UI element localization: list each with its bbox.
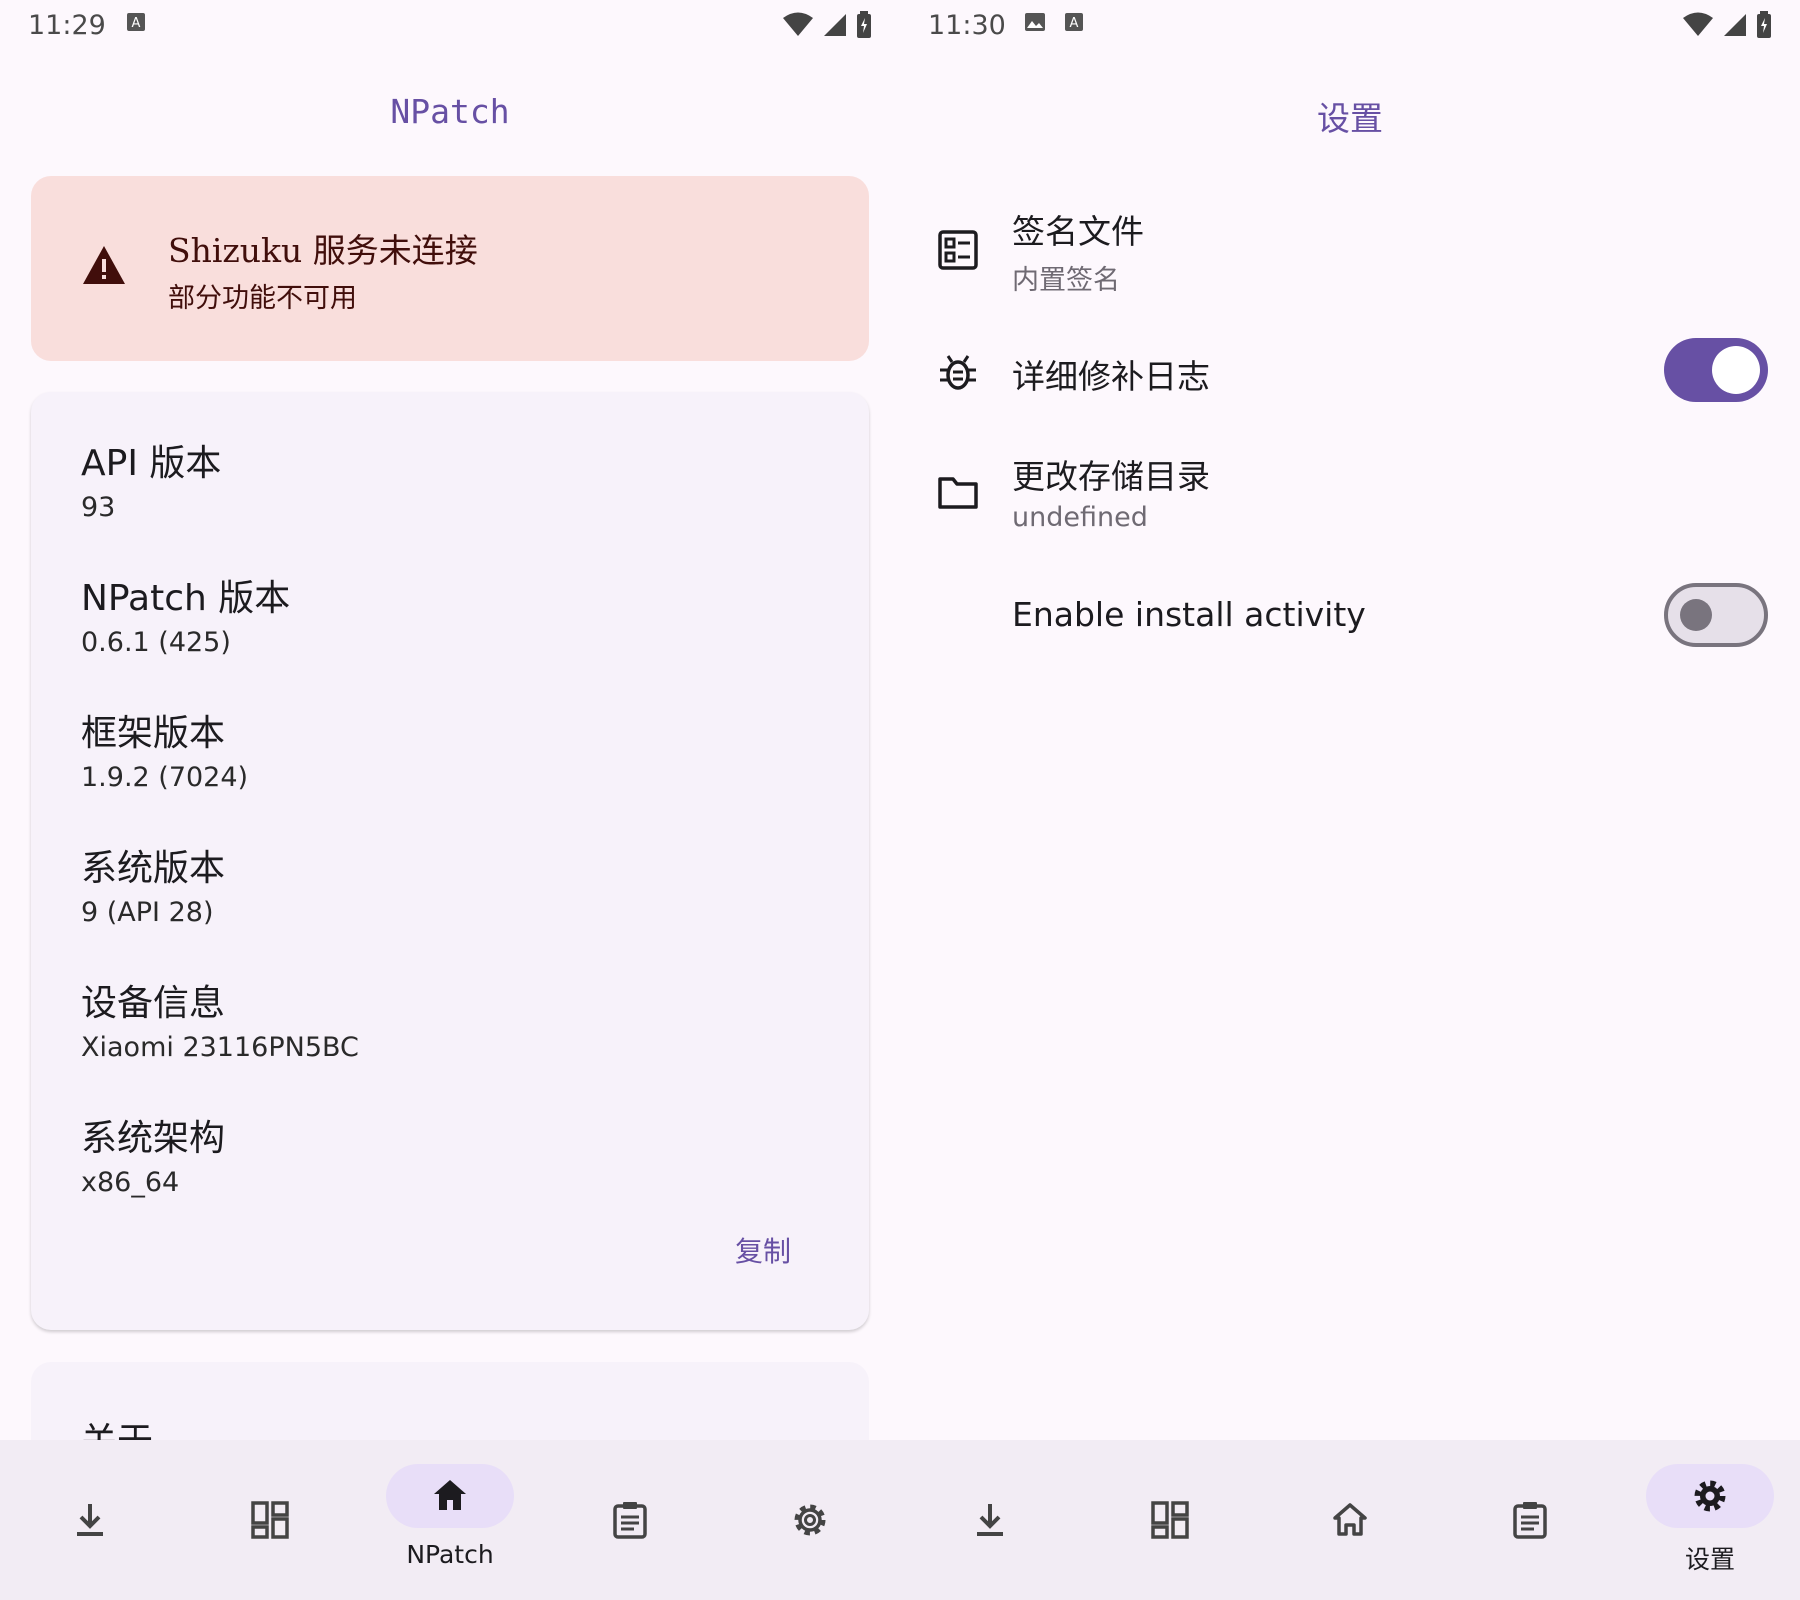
info-label: 系统版本	[81, 848, 226, 889]
info-value: x86_64	[81, 1167, 180, 1198]
cell-signal-icon	[824, 14, 846, 36]
bottom-navigation: NPatch	[0, 1440, 900, 1600]
battery-icon	[857, 11, 871, 38]
nav-item-apps[interactable]	[1080, 1440, 1260, 1600]
setting-title: Enable install activity	[1012, 595, 1366, 634]
image-notification-icon	[1025, 13, 1045, 31]
nav-item-logs[interactable]	[1440, 1440, 1620, 1600]
nav-item-settings[interactable]	[720, 1440, 900, 1600]
setting-title: 签名文件	[1012, 212, 1144, 251]
info-value: 0.6.1 (425)	[81, 627, 231, 658]
nav-item-home[interactable]	[1260, 1440, 1440, 1600]
apps-grid-icon	[251, 1501, 289, 1539]
bottom-navigation: 设置	[900, 1440, 1800, 1600]
status-time: 11:30	[928, 10, 1006, 41]
gear-icon	[794, 1504, 826, 1536]
info-value: 9 (API 28)	[81, 897, 214, 928]
setting-enable-install-activity[interactable]: Enable install activity	[900, 575, 1800, 655]
nav-item-home[interactable]: NPatch	[360, 1440, 540, 1600]
info-item-system-arch: 系统架构 x86_64	[81, 1117, 225, 1198]
keyboard-notification-icon: A	[127, 13, 145, 31]
nav-item-download[interactable]	[900, 1440, 1080, 1600]
setting-signature-file[interactable]: 签名文件 内置签名	[900, 200, 1800, 300]
install-activity-switch[interactable]	[1664, 583, 1768, 647]
setting-storage-directory[interactable]: 更改存储目录 undefined	[900, 445, 1800, 545]
warning-subtitle: 部分功能不可用	[168, 283, 357, 314]
info-card: API 版本 93 NPatch 版本 0.6.1 (425) 框架版本 1.9…	[31, 392, 869, 1330]
cell-signal-icon	[1724, 14, 1746, 36]
download-icon	[77, 1504, 103, 1536]
info-item-device-info: 设备信息 Xiaomi 23116PN5BC	[81, 982, 359, 1063]
shizuku-warning-card[interactable]: Shizuku 服务未连接 部分功能不可用	[31, 176, 869, 361]
apps-grid-icon	[1151, 1501, 1189, 1539]
setting-subtitle: undefined	[1012, 502, 1148, 533]
wifi-icon	[783, 12, 813, 36]
info-label: 设备信息	[81, 983, 226, 1024]
verbose-log-switch[interactable]	[1664, 338, 1768, 402]
wifi-icon	[1683, 12, 1713, 36]
info-value: Xiaomi 23116PN5BC	[81, 1032, 359, 1063]
info-label: 系统架构	[81, 1118, 226, 1159]
home-screen: 11:29 A NPatch Shizuku 服务未连接 部分功能不可用 API…	[0, 0, 900, 1600]
bug-icon	[940, 355, 976, 390]
clipboard-icon	[613, 1502, 647, 1539]
svg-text:A: A	[1070, 16, 1079, 31]
nav-label: 设置	[1684, 1545, 1735, 1574]
nav-item-settings[interactable]: 设置	[1620, 1440, 1800, 1600]
warning-title: Shizuku 服务未连接	[168, 231, 478, 270]
status-bar: 11:30 A	[900, 0, 1800, 50]
warning-icon	[83, 246, 125, 284]
info-item-api-version: API 版本 93	[81, 442, 221, 523]
setting-title: 详细修补日志	[1012, 357, 1210, 396]
settings-screen: 11:30 A 设置 签名文件 内置签名 详细修补日志 更改存储目录 undef…	[900, 0, 1800, 1600]
home-outline-icon	[1333, 1503, 1367, 1536]
setting-verbose-patch-log[interactable]: 详细修补日志	[900, 330, 1800, 410]
folder-icon	[938, 477, 978, 509]
keyboard-notification-icon: A	[1065, 13, 1083, 31]
clipboard-icon	[1513, 1502, 1547, 1539]
info-value: 93	[81, 492, 116, 523]
gear-icon	[1694, 1480, 1726, 1512]
page-title: 设置	[1317, 99, 1383, 138]
battery-icon	[1757, 11, 1771, 38]
switch-thumb	[1712, 346, 1760, 394]
home-icon	[434, 1480, 466, 1510]
status-time: 11:29	[28, 10, 106, 41]
setting-subtitle: 内置签名	[1012, 265, 1120, 296]
info-label: NPatch 版本	[81, 578, 291, 619]
nav-label: NPatch	[406, 1540, 494, 1569]
signature-file-icon	[938, 230, 978, 270]
switch-thumb	[1680, 599, 1712, 631]
info-value: 1.9.2 (7024)	[81, 762, 249, 793]
svg-text:A: A	[132, 16, 141, 31]
info-item-system-version: 系统版本 9 (API 28)	[81, 847, 225, 928]
info-item-framework-version: 框架版本 1.9.2 (7024)	[81, 712, 248, 793]
nav-item-download[interactable]	[0, 1440, 180, 1600]
info-label: API 版本	[81, 443, 222, 484]
info-label: 框架版本	[81, 713, 226, 754]
info-item-npatch-version: NPatch 版本 0.6.1 (425)	[81, 577, 290, 658]
nav-item-logs[interactable]	[540, 1440, 720, 1600]
page-title: NPatch	[390, 92, 510, 131]
status-bar: 11:29 A	[0, 0, 900, 50]
nav-item-apps[interactable]	[180, 1440, 360, 1600]
copy-button[interactable]: 复制	[735, 1230, 791, 1270]
download-icon	[977, 1504, 1003, 1536]
setting-title: 更改存储目录	[1012, 457, 1210, 496]
